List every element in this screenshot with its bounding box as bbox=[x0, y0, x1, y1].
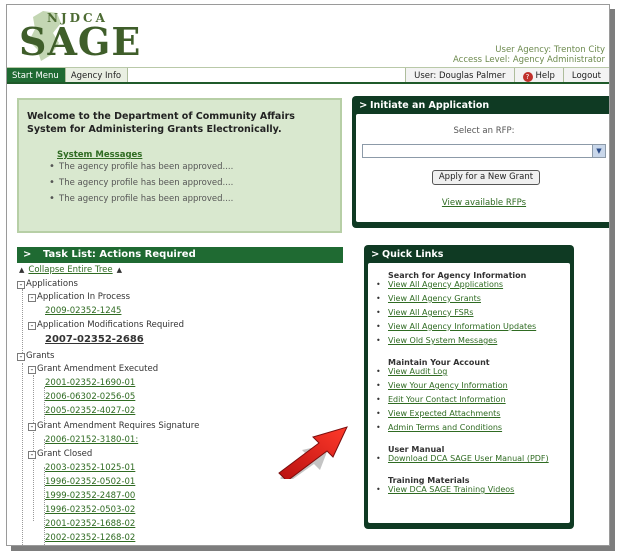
quick-link[interactable]: Edit Your Contact Information bbox=[374, 395, 564, 405]
quick-links-title: > Quick Links bbox=[368, 249, 570, 263]
initiate-title: > Initiate an Application bbox=[356, 100, 609, 114]
quick-link[interactable]: View DCA SAGE Training Videos bbox=[374, 485, 564, 495]
quick-links-section-heading: User Manual bbox=[388, 445, 445, 454]
quick-link[interactable]: View Expected Attachments bbox=[374, 409, 564, 419]
collapse-box-icon[interactable]: - bbox=[17, 281, 25, 289]
tree-leaf-application[interactable]: 2009-02352-1245 bbox=[45, 306, 121, 316]
chevron-down-icon[interactable]: ▼ bbox=[592, 145, 605, 157]
system-message: The agency profile has been approved.... bbox=[49, 177, 332, 188]
logout-button[interactable]: Logout bbox=[562, 68, 609, 82]
quick-link[interactable]: View Old System Messages bbox=[374, 336, 564, 346]
apply-new-grant-button[interactable]: Apply for a New Grant bbox=[432, 170, 540, 185]
quick-links-panel: > Quick Links Search for Agency Informati… bbox=[364, 245, 574, 529]
tree-leaf-grant[interactable]: 2006-02152-3180-01: bbox=[45, 435, 138, 445]
tree-node-label: Applications bbox=[26, 279, 78, 289]
welcome-title: Welcome to the Department of Community A… bbox=[27, 111, 295, 135]
initiate-body: Select an RFP: ▼ Apply for a New Grant V… bbox=[356, 114, 609, 222]
rfp-select-label: Select an RFP: bbox=[453, 126, 515, 136]
tree-node-label: Grant Amendment Requires Signature bbox=[37, 421, 200, 431]
tree-node-grants[interactable]: - Grants bbox=[17, 351, 54, 361]
chevron-right-icon: > bbox=[359, 100, 368, 111]
user-agency-text: User Agency: Trenton City bbox=[495, 45, 605, 55]
tree-node-amend-requires-signature[interactable]: - Grant Amendment Requires Signature bbox=[28, 421, 199, 431]
logo-text-big: SAGE bbox=[19, 19, 142, 64]
tree-leaf-grant[interactable]: 2003-02352-1025-01 bbox=[45, 463, 135, 473]
quick-link[interactable]: View Audit Log bbox=[374, 367, 564, 377]
tab-start-menu[interactable]: Start Menu bbox=[7, 68, 66, 82]
system-message: The agency profile has been approved.... bbox=[49, 161, 332, 172]
tree-leaf-application[interactable]: 2007-02352-2686 bbox=[45, 334, 144, 345]
app-window: NJDCA SAGE User Agency: Trenton City Acc… bbox=[6, 4, 610, 546]
quick-link[interactable]: Download DCA SAGE User Manual (PDF) bbox=[374, 454, 564, 464]
tree-node-label: Application In Process bbox=[37, 292, 131, 302]
initiate-application-panel: > Initiate an Application Select an RFP: … bbox=[352, 96, 609, 228]
task-list-title: Task List: Actions Required bbox=[43, 249, 196, 260]
collapse-box-icon[interactable]: - bbox=[17, 353, 25, 361]
tree-leaf-grant[interactable]: 2001-02352-1690-01 bbox=[45, 378, 135, 388]
tree-node-app-in-process[interactable]: - Application In Process bbox=[28, 292, 130, 302]
tree-node-grant-closed[interactable]: - Grant Closed bbox=[28, 449, 92, 459]
quick-links-section-heading: Maintain Your Account bbox=[388, 358, 490, 367]
header: NJDCA SAGE User Agency: Trenton City Acc… bbox=[7, 5, 609, 67]
collapse-box-icon[interactable]: - bbox=[28, 366, 36, 374]
triangle-up-icon: ▲ bbox=[19, 266, 25, 274]
chevron-right-icon: > bbox=[371, 249, 380, 260]
quick-link[interactable]: Admin Terms and Conditions bbox=[374, 423, 564, 433]
help-button[interactable]: ? Help bbox=[513, 68, 563, 82]
tree-node-amend-executed[interactable]: - Grant Amendment Executed bbox=[28, 364, 158, 374]
tree-node-label: Application Modifications Required bbox=[37, 320, 184, 330]
tree-leaf-grant[interactable]: 1996-02352-0503-02 bbox=[45, 505, 135, 515]
initiate-title-label: Initiate an Application bbox=[370, 100, 490, 111]
tree-leaf-grant[interactable]: 1999-02352-2487-00 bbox=[45, 491, 135, 501]
tree-node-label: Grant Amendment Executed bbox=[37, 364, 159, 374]
quick-links-section-heading: Search for Agency Information bbox=[388, 271, 527, 280]
system-message: The agency profile has been approved.... bbox=[49, 193, 332, 204]
quick-link[interactable]: View All Agency Grants bbox=[374, 294, 564, 304]
tree-leaf-grant[interactable]: 2005-02352-4027-02 bbox=[45, 406, 135, 416]
access-level-text: Access Level: Agency Administrator bbox=[453, 55, 605, 65]
tree-leaf-grant[interactable]: 2006-06302-0256-05 bbox=[45, 392, 135, 402]
tree-node-app-mod-required[interactable]: - Application Modifications Required bbox=[28, 320, 184, 330]
quick-link[interactable]: View All Agency Applications bbox=[374, 280, 564, 290]
tree-node-label: Grants bbox=[26, 351, 55, 361]
quick-links-section-heading: Training Materials bbox=[388, 476, 470, 485]
collapse-box-icon[interactable]: - bbox=[28, 423, 36, 431]
nav-bar: Start Menu Agency Info User: Douglas Pal… bbox=[7, 67, 609, 84]
quick-link[interactable]: View All Agency FSRs bbox=[374, 308, 564, 318]
collapse-tree-control[interactable]: ▲ Collapse Entire Tree ▲ bbox=[19, 265, 122, 275]
tree-leaf-grant[interactable]: 2002-02352-1268-02 bbox=[45, 533, 135, 543]
quick-link[interactable]: View All Agency Information Updates bbox=[374, 322, 564, 332]
task-list-header: > Task List: Actions Required bbox=[17, 247, 343, 263]
collapse-tree-link[interactable]: Collapse Entire Tree bbox=[28, 265, 112, 275]
rfp-select[interactable]: ▼ bbox=[362, 144, 606, 158]
collapse-box-icon[interactable]: - bbox=[28, 451, 36, 459]
collapse-box-icon[interactable]: - bbox=[28, 294, 36, 302]
tree-leaf-grant[interactable]: 1996-02352-0502-01 bbox=[45, 477, 135, 487]
tree-leaf-grant[interactable]: 2001-02352-1688-02 bbox=[45, 519, 135, 529]
quick-link[interactable]: View Your Agency Information bbox=[374, 381, 564, 391]
view-available-rfps-link[interactable]: View available RFPs bbox=[356, 198, 609, 208]
collapse-box-icon[interactable]: - bbox=[28, 322, 36, 330]
triangle-up-icon: ▲ bbox=[116, 266, 123, 274]
system-messages-link[interactable]: System Messages bbox=[57, 150, 332, 160]
tree-node-label: Grant Closed bbox=[37, 449, 93, 459]
chevron-right-icon: > bbox=[23, 249, 32, 260]
current-user: User: Douglas Palmer bbox=[405, 68, 514, 82]
red-arrow-icon bbox=[278, 426, 348, 479]
welcome-panel: Welcome to the Department of Community A… bbox=[17, 98, 342, 233]
tab-agency-info[interactable]: Agency Info bbox=[65, 68, 129, 82]
tree-node-applications[interactable]: - Applications bbox=[17, 279, 78, 289]
help-icon: ? bbox=[522, 72, 533, 82]
help-label: Help bbox=[535, 71, 555, 81]
quick-links-body: Search for Agency Information View All A… bbox=[368, 263, 570, 523]
quick-links-title-label: Quick Links bbox=[382, 249, 444, 260]
